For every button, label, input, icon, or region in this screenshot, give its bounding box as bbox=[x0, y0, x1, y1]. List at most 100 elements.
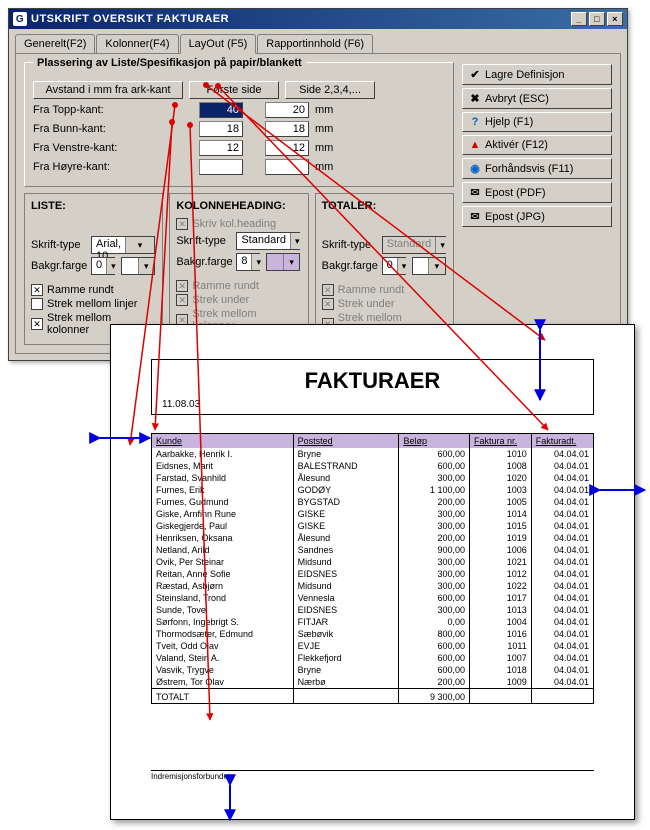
table-row: Giskegjerde, PaulGISKE300,00101504.04.01 bbox=[152, 520, 593, 532]
chevron-down-icon[interactable]: ▾ bbox=[125, 237, 154, 253]
liste-skrift-combo[interactable]: Arial, 10▾ bbox=[91, 236, 155, 254]
chevron-down-icon[interactable]: ▾ bbox=[435, 237, 449, 253]
totaler-panel: TOTALER: Skrift-type Standard▾ Bakgr.far… bbox=[315, 193, 454, 345]
forhandsvis-button[interactable]: ◉Forhåndsvis (F11) bbox=[462, 158, 612, 179]
liste-title: LISTE: bbox=[31, 200, 156, 212]
bunn-input-2[interactable] bbox=[265, 121, 309, 137]
x-icon: ✖ bbox=[469, 92, 481, 105]
table-row: Eidsnes, MaritBALESTRAND600,00100804.04.… bbox=[152, 460, 593, 472]
tab-layout[interactable]: LayOut (F5) bbox=[180, 34, 257, 54]
totaler-bakgr-combo[interactable]: 0▾ bbox=[382, 257, 406, 275]
table-cell: 04.04.01 bbox=[531, 460, 593, 472]
table-cell: GISKE bbox=[293, 520, 399, 532]
avbryt-button[interactable]: ✖Avbryt (ESC) bbox=[462, 88, 612, 109]
venstre-input-1[interactable] bbox=[199, 140, 243, 156]
hoyre-input-1[interactable] bbox=[199, 159, 243, 175]
table-cell: GODØY bbox=[293, 484, 399, 496]
chevron-down-icon[interactable]: ▾ bbox=[397, 258, 411, 274]
topp-input-2[interactable] bbox=[265, 102, 309, 118]
close-icon[interactable]: × bbox=[607, 12, 623, 26]
table-cell: 04.04.01 bbox=[531, 532, 593, 544]
kolonne-ramme-checkbox[interactable]: ✕Ramme rundt bbox=[176, 280, 301, 292]
chevron-down-icon[interactable]: ▾ bbox=[251, 254, 265, 270]
maximize-icon[interactable]: □ bbox=[589, 12, 605, 26]
table-cell: 200,00 bbox=[399, 532, 470, 544]
invoice-date: 11.08.03 bbox=[162, 399, 200, 410]
table-cell: 1012 bbox=[469, 568, 531, 580]
table-cell: EVJE bbox=[293, 640, 399, 652]
liste-color-combo[interactable]: ▾ bbox=[121, 257, 155, 275]
table-cell: Nærbø bbox=[293, 676, 399, 689]
kolonne-strek-under-checkbox[interactable]: ✕Strek under bbox=[176, 294, 301, 306]
table-row: Giske, Arnfinn RuneGISKE300,00101404.04.… bbox=[152, 508, 593, 520]
tab-rapport[interactable]: Rapportinnhold (F6) bbox=[257, 34, 373, 54]
table-cell: 04.04.01 bbox=[531, 472, 593, 484]
table-cell: Ålesund bbox=[293, 532, 399, 544]
table-cell: 04.04.01 bbox=[531, 652, 593, 664]
table-cell: 04.04.01 bbox=[531, 604, 593, 616]
table-cell: Farstad, Svanhild bbox=[152, 472, 293, 484]
topp-input-1[interactable] bbox=[199, 102, 243, 118]
table-cell: 300,00 bbox=[399, 520, 470, 532]
total-value: 9 300,00 bbox=[399, 689, 470, 704]
table-cell: 1005 bbox=[469, 496, 531, 508]
table-cell: 04.04.01 bbox=[531, 544, 593, 556]
liste-strek-linjer-checkbox[interactable]: Strek mellom linjer bbox=[31, 298, 156, 310]
aktiver-button[interactable]: ▲Aktivér (F12) bbox=[462, 135, 612, 155]
totaler-strek-under-checkbox[interactable]: ✕Strek under bbox=[322, 298, 447, 310]
tab-generelt[interactable]: Generelt(F2) bbox=[15, 34, 95, 54]
hjelp-button[interactable]: ?Hjelp (F1) bbox=[462, 112, 612, 132]
epost-pdf-button[interactable]: ✉Epost (PDF) bbox=[462, 182, 612, 203]
kolonne-skriv-checkbox[interactable]: ✕Skriv kol.heading bbox=[176, 218, 301, 230]
side234-button[interactable]: Side 2,3,4,... bbox=[285, 81, 375, 99]
table-row: Østrem, Tor OlavNærbø200,00100904.04.01 bbox=[152, 676, 593, 689]
venstre-input-2[interactable] bbox=[265, 140, 309, 156]
totaler-color-combo[interactable]: ▾ bbox=[412, 257, 446, 275]
table-cell: 300,00 bbox=[399, 508, 470, 520]
kolonne-skrift-combo[interactable]: Standard▾ bbox=[236, 232, 300, 250]
hoyre-input-2[interactable] bbox=[265, 159, 309, 175]
totaler-ramme-checkbox[interactable]: ✕Ramme rundt bbox=[322, 284, 447, 296]
table-cell: Tveit, Odd Olav bbox=[152, 640, 293, 652]
chevron-down-icon[interactable]: ▾ bbox=[290, 233, 304, 249]
forste-side-button[interactable]: Første side bbox=[189, 81, 279, 99]
minimize-icon[interactable]: _ bbox=[571, 12, 587, 26]
lagre-button[interactable]: ✔Lagre Definisjon bbox=[462, 64, 612, 85]
liste-ramme-checkbox[interactable]: ✕Ramme rundt bbox=[31, 284, 156, 296]
table-cell: Sæbøvik bbox=[293, 628, 399, 640]
table-cell: 04.04.01 bbox=[531, 580, 593, 592]
bunn-input-1[interactable] bbox=[199, 121, 243, 137]
table-cell: 600,00 bbox=[399, 664, 470, 676]
table-cell: Flekkefjord bbox=[293, 652, 399, 664]
totaler-skrift-combo[interactable]: Standard▾ bbox=[382, 236, 446, 254]
table-cell: 04.04.01 bbox=[531, 676, 593, 689]
table-cell: Bryne bbox=[293, 664, 399, 676]
table-cell: 04.04.01 bbox=[531, 640, 593, 652]
table-cell: Furnes, Erik bbox=[152, 484, 293, 496]
table-cell: Vennesla bbox=[293, 592, 399, 604]
chevron-down-icon[interactable]: ▾ bbox=[106, 258, 120, 274]
check-icon: ✔ bbox=[469, 68, 481, 81]
table-cell: 04.04.01 bbox=[531, 448, 593, 460]
table-cell: Thormodsæter, Edmund bbox=[152, 628, 293, 640]
liste-bakgr-combo[interactable]: 0▾ bbox=[91, 257, 115, 275]
table-cell: 04.04.01 bbox=[531, 592, 593, 604]
chevron-down-icon[interactable]: ▾ bbox=[428, 258, 445, 274]
table-cell: Sandnes bbox=[293, 544, 399, 556]
table-row: Farstad, SvanhildÅlesund300,00102004.04.… bbox=[152, 472, 593, 484]
col-header: Faktura nr. bbox=[469, 434, 531, 448]
chevron-down-icon[interactable]: ▾ bbox=[283, 254, 300, 270]
chevron-down-icon[interactable]: ▾ bbox=[138, 258, 155, 274]
kolonne-color-combo[interactable]: ▾ bbox=[266, 253, 300, 271]
table-cell: 1013 bbox=[469, 604, 531, 616]
table-row: Valand, Stein A.Flekkefjord600,00100704.… bbox=[152, 652, 593, 664]
avstand-button[interactable]: Avstand i mm fra ark-kant bbox=[33, 81, 183, 99]
table-cell: Bryne bbox=[293, 448, 399, 460]
tab-kolonner[interactable]: Kolonner(F4) bbox=[96, 34, 178, 54]
titlebar[interactable]: G UTSKRIFT OVERSIKT FAKTURAER _ □ × bbox=[9, 9, 627, 29]
table-row: Vasvik, TrygveBryne600,00101804.04.01 bbox=[152, 664, 593, 676]
kolonne-bakgr-combo[interactable]: 8▾ bbox=[236, 253, 260, 271]
table-cell: 1008 bbox=[469, 460, 531, 472]
epost-jpg-button[interactable]: ✉Epost (JPG) bbox=[462, 206, 612, 227]
table-cell: 600,00 bbox=[399, 592, 470, 604]
